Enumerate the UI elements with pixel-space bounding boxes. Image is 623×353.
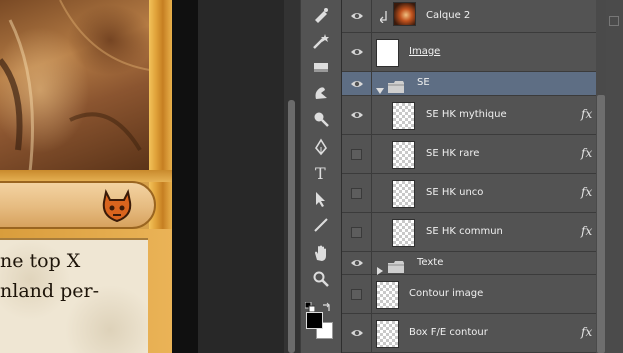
- layer-thumbnail[interactable]: [376, 38, 399, 67]
- healing-brush-tool[interactable]: [309, 4, 333, 26]
- eye-icon: [350, 49, 363, 55]
- line-tool[interactable]: [309, 214, 333, 236]
- workspace-background: [198, 0, 287, 353]
- group-expanded-arrow-icon[interactable]: [376, 80, 384, 94]
- layer-row[interactable]: Calque 2: [342, 0, 623, 33]
- layer-row[interactable]: SE HK commun fx: [342, 213, 623, 252]
- pen-tool[interactable]: [309, 136, 333, 158]
- eye-icon: [350, 260, 363, 266]
- layer-visibility-toggle[interactable]: [342, 213, 372, 251]
- layer-effects-icon[interactable]: fx: [581, 325, 592, 339]
- layer-effects-icon[interactable]: fx: [581, 146, 592, 160]
- default-colors-icon[interactable]: [304, 297, 316, 313]
- smudge-tool[interactable]: [309, 82, 333, 104]
- card-artwork-detail: [0, 0, 150, 172]
- layer-visibility-toggle[interactable]: [342, 275, 372, 313]
- folder-icon: [388, 258, 404, 273]
- layer-name[interactable]: SE HK commun: [426, 226, 503, 237]
- document-canvas[interactable]: ne top X nland per-: [0, 0, 172, 353]
- layer-row[interactable]: SE HK rare fx: [342, 135, 623, 174]
- hand-icon: [315, 245, 326, 261]
- line-icon: [314, 218, 328, 232]
- panel-toggle-button[interactable]: [609, 16, 619, 26]
- eraser-tool[interactable]: [309, 56, 333, 78]
- layer-visibility-toggle[interactable]: [342, 33, 372, 71]
- layer-name[interactable]: Box F/E contour: [409, 327, 488, 338]
- layer-group-row[interactable]: Texte: [342, 252, 623, 275]
- svg-text:T: T: [315, 164, 326, 182]
- layer-visibility-toggle[interactable]: [342, 72, 372, 95]
- workspace-scrollbar-thumb[interactable]: [288, 100, 295, 353]
- layer-row[interactable]: SE HK unco fx: [342, 174, 623, 213]
- layer-thumbnail[interactable]: [392, 101, 415, 130]
- layer-visibility-toggle[interactable]: [342, 252, 372, 274]
- type-tool[interactable]: T: [309, 162, 333, 184]
- layer-effects-icon[interactable]: fx: [581, 224, 592, 238]
- path-select-tool[interactable]: [309, 188, 333, 210]
- layers-scrollbar-thumb[interactable]: [597, 95, 605, 353]
- layer-thumbnail[interactable]: [392, 218, 415, 247]
- layer-visibility-toggle[interactable]: [342, 0, 372, 32]
- zoom-icon: [313, 271, 329, 287]
- layer-name[interactable]: SE HK rare: [426, 148, 479, 159]
- layer-group-row[interactable]: SE: [342, 72, 623, 96]
- layer-visibility-toggle[interactable]: [342, 96, 372, 134]
- layer-visibility-toggle[interactable]: [342, 135, 372, 173]
- hand-tool[interactable]: [309, 242, 333, 264]
- dodge-icon: [314, 112, 329, 127]
- foreground-color-swatch[interactable]: [306, 312, 323, 329]
- layer-name[interactable]: Image: [409, 46, 440, 57]
- card-rules-text-line: ne top X: [0, 250, 81, 272]
- layer-name[interactable]: SE HK unco: [426, 187, 483, 198]
- zoom-tool[interactable]: [309, 268, 333, 290]
- eye-icon: [350, 13, 363, 19]
- eye-icon: [350, 112, 363, 118]
- type-icon: T: [315, 164, 326, 182]
- layer-row[interactable]: Contour image: [342, 275, 623, 314]
- canvas-pasteboard: [172, 0, 198, 353]
- swap-colors-icon[interactable]: [322, 297, 332, 311]
- layer-thumbnail[interactable]: [393, 2, 416, 26]
- hidden-visibility-box: [351, 288, 362, 300]
- layers-panel: Calque 2 Image SE SE HK mythique fx SE HK rar…: [342, 0, 623, 353]
- card-rules-text-line: nland per-: [0, 280, 99, 302]
- panel-dock-edge: [606, 0, 623, 353]
- hidden-visibility-box: [351, 187, 362, 199]
- layer-thumbnail[interactable]: [392, 140, 415, 169]
- layer-name[interactable]: SE: [417, 77, 430, 88]
- healing-brush-icon: [315, 8, 328, 23]
- layer-effects-icon[interactable]: fx: [581, 185, 592, 199]
- pen-icon: [315, 138, 327, 156]
- layer-thumbnail[interactable]: [376, 319, 399, 348]
- layer-row[interactable]: Image: [342, 33, 623, 72]
- dodge-tool[interactable]: [309, 108, 333, 130]
- magic-wand-tool[interactable]: [309, 30, 333, 52]
- layer-name[interactable]: Texte: [417, 257, 443, 268]
- layer-name[interactable]: Contour image: [409, 288, 483, 299]
- layer-visibility-toggle[interactable]: [342, 314, 372, 352]
- eye-icon: [350, 330, 363, 336]
- layer-row[interactable]: Box F/E contour fx: [342, 314, 623, 353]
- layer-name[interactable]: SE HK mythique: [426, 109, 507, 120]
- layer-row[interactable]: SE HK mythique fx: [342, 96, 623, 135]
- smudge-icon: [315, 87, 327, 99]
- path-select-icon: [316, 192, 325, 207]
- layer-visibility-toggle[interactable]: [342, 174, 372, 212]
- layer-name[interactable]: Calque 2: [426, 10, 470, 21]
- eye-icon: [350, 80, 363, 87]
- group-collapsed-arrow-icon[interactable]: [376, 260, 384, 275]
- magic-wand-icon: [313, 34, 329, 49]
- layer-thumbnail[interactable]: [392, 179, 415, 208]
- clipping-mask-icon: [379, 8, 388, 24]
- set-symbol-icon: [102, 188, 132, 223]
- hidden-visibility-box: [351, 148, 362, 160]
- layer-effects-icon[interactable]: fx: [581, 107, 592, 121]
- folder-icon: [388, 78, 404, 93]
- hidden-visibility-box: [351, 226, 362, 238]
- layer-thumbnail[interactable]: [376, 280, 399, 309]
- eraser-icon: [314, 63, 328, 72]
